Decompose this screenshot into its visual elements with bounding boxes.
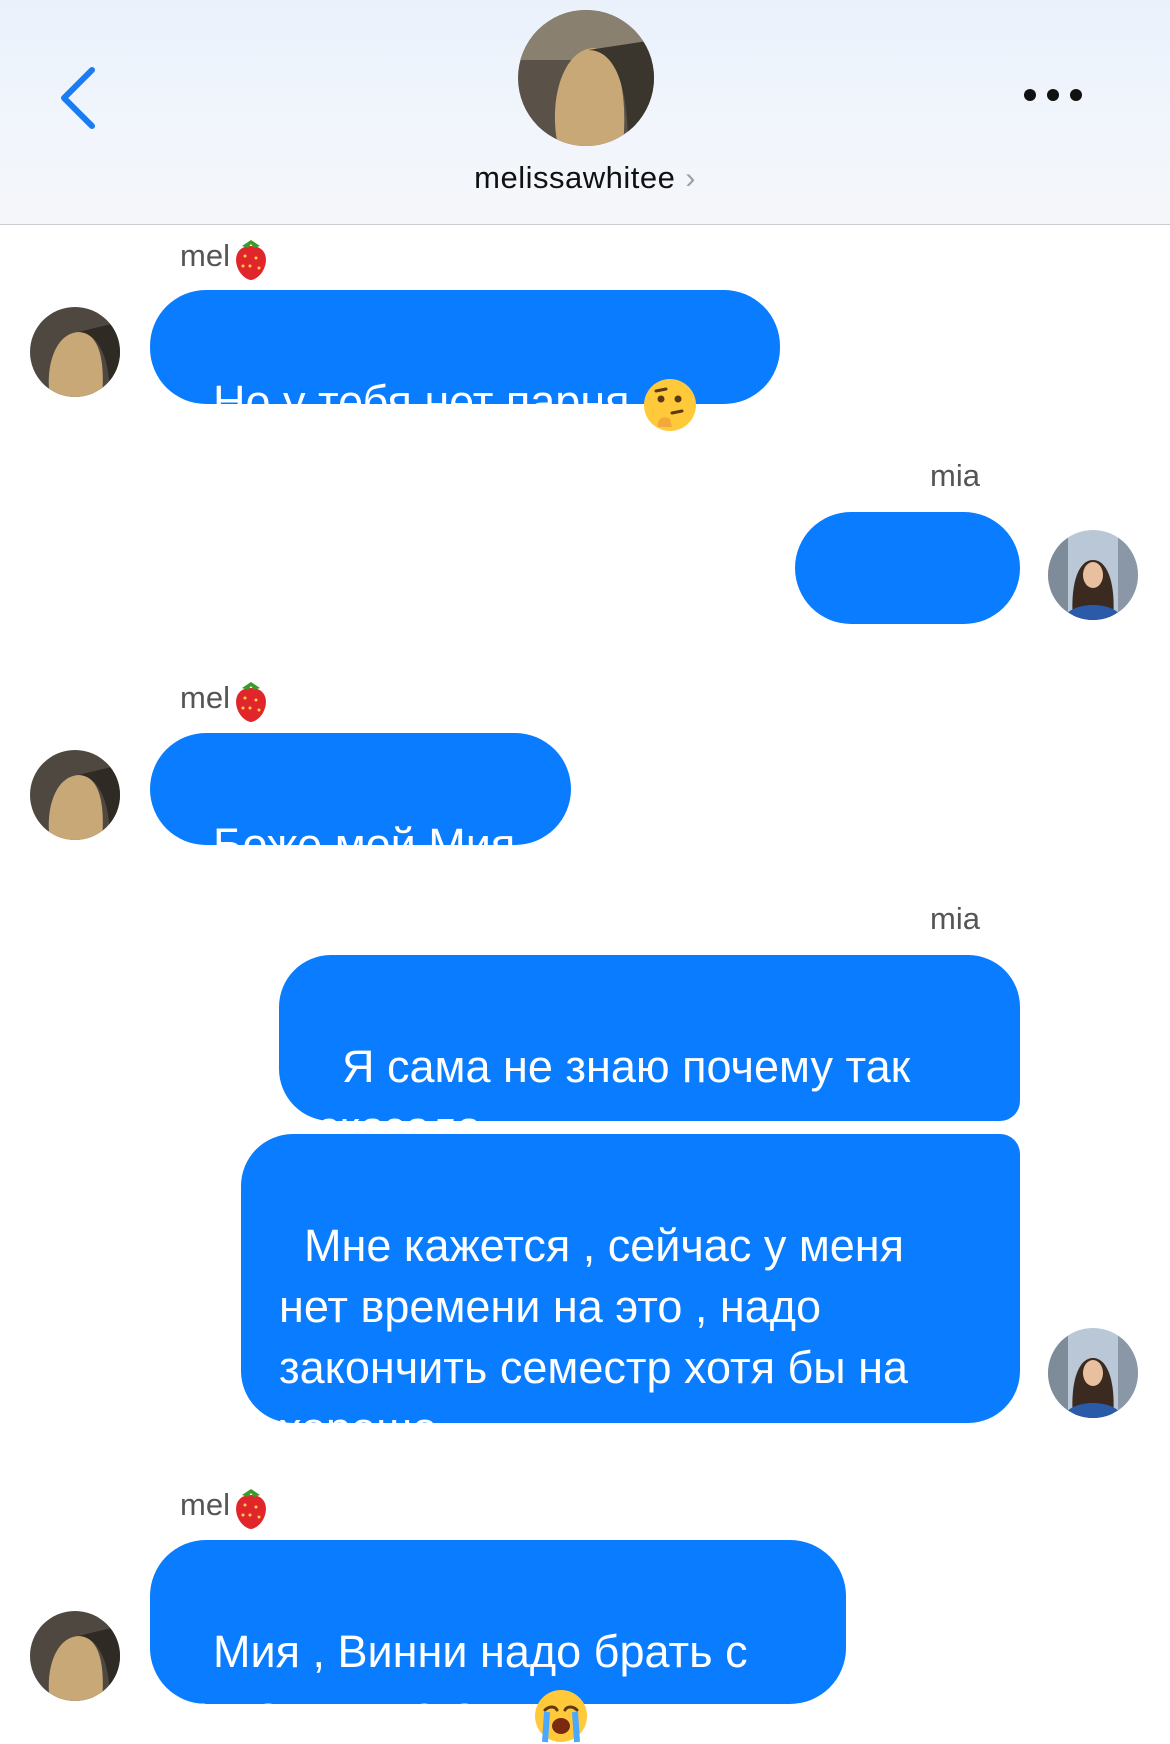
avatar-mia[interactable] — [1048, 530, 1138, 620]
avatar-mel[interactable] — [30, 1611, 120, 1701]
strawberry-icon — [236, 240, 266, 280]
strawberry-icon — [236, 682, 266, 722]
message-bubble[interactable]: Мне кажется , сейчас у меня нет времени … — [241, 1134, 1020, 1454]
message-bubble[interactable]: Боже мой Мия — [150, 733, 571, 870]
sender-label-mel: mel — [180, 678, 270, 722]
strawberry-icon — [236, 1489, 266, 1529]
sender-label-mel: mel — [180, 1485, 270, 1529]
chat-header: melissawhitee › — [0, 0, 1170, 225]
avatar-mel[interactable] — [30, 307, 120, 397]
chevron-left-icon — [61, 67, 95, 129]
sender-label-mia: mia — [930, 901, 980, 936]
sender-label-mia: mia — [930, 458, 980, 493]
contact-avatar[interactable] — [518, 10, 654, 146]
chevron-right-icon: › — [685, 162, 696, 195]
contact-name[interactable]: melissawhitee › — [0, 160, 1170, 196]
contact-username: melissawhitee — [474, 160, 676, 195]
message-bubble[interactable]: Мия , Винни надо брать с руками и ногами — [150, 1540, 846, 1743]
avatar-mel[interactable] — [30, 750, 120, 840]
message-bubble[interactable]: Я сама не знаю почему так сказала — [279, 955, 1020, 1153]
more-horizontal-icon — [1024, 89, 1082, 101]
thinking-face-icon — [643, 379, 696, 432]
loudly-crying-face-icon — [535, 1690, 588, 1743]
more-options-button[interactable] — [1020, 80, 1090, 110]
message-bubble[interactable]: Но у тебя нет парня — [150, 290, 780, 432]
avatar-mia[interactable] — [1048, 1328, 1138, 1418]
back-button[interactable] — [50, 58, 110, 138]
sender-label-mel: mel — [180, 236, 270, 280]
message-bubble[interactable]: Верно — [795, 512, 1020, 710]
